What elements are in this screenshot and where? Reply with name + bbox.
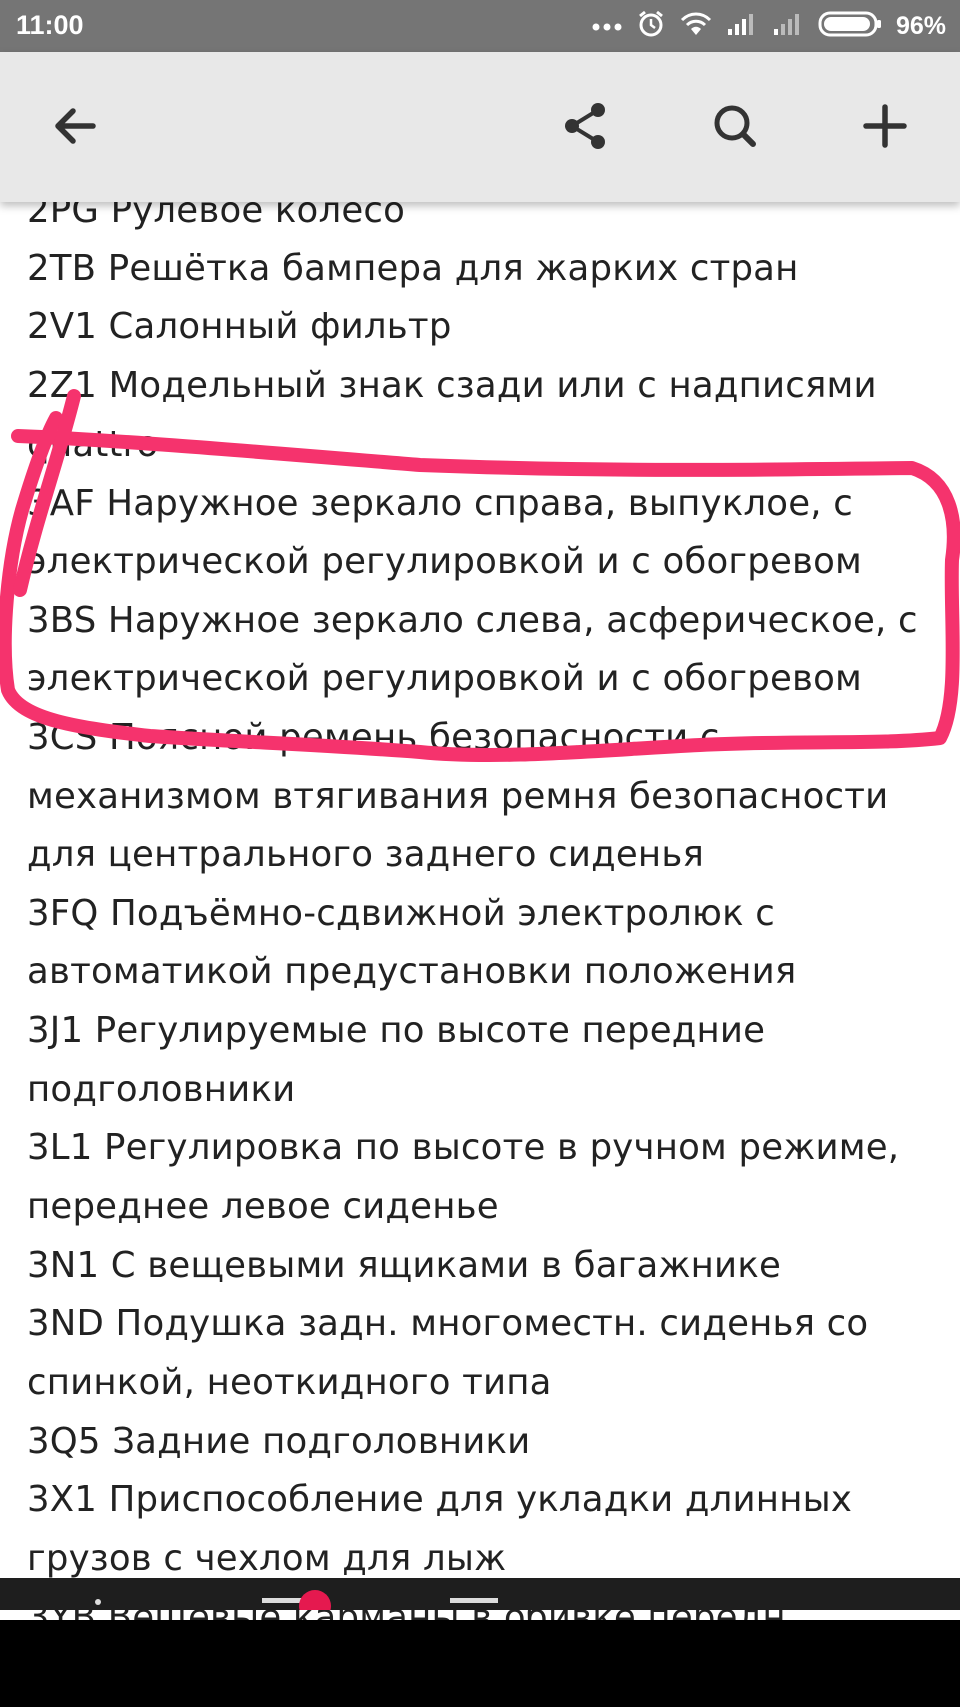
list-item: спинкой, неоткидного типа <box>27 1362 552 1403</box>
list-item: электрической регулировкой и с обогревом <box>27 541 863 582</box>
search-button[interactable] <box>704 97 766 159</box>
arrow-left-icon <box>51 102 99 154</box>
document-content[interactable]: 2PG Рулевое колесо 2TB Решётка бампера д… <box>0 0 960 1707</box>
list-item: 3FQ Подъёмно-сдвижной электролюк с <box>27 893 775 934</box>
list-item: 3AF Наружное зеркало справа, выпуклое, с <box>27 483 853 524</box>
list-item: 3BS Наружное зеркало слева, асферическое… <box>27 600 918 641</box>
list-item: электрической регулировкой и с обогревом <box>27 658 863 699</box>
add-button[interactable] <box>854 97 916 159</box>
list-item: для центрального заднего сиденья <box>27 834 704 875</box>
list-item: 2TB Решётка бампера для жарких стран <box>27 248 799 289</box>
nav-buttons <box>95 1590 498 1622</box>
list-item: 3CS Поясной ремень безопасности с <box>27 717 720 758</box>
list-item: 3X1 Приспособление для укладки длинных <box>27 1479 853 1520</box>
list-item: автоматикой предустановки положения <box>27 951 797 992</box>
bottom-bar <box>0 1620 960 1707</box>
list-item: 3L1 Регулировка по высоте в ручном режим… <box>27 1127 900 1168</box>
share-button[interactable] <box>555 97 617 159</box>
list-item: грузов с чехлом для лыж <box>27 1538 507 1579</box>
list-item: 2Z1 Модельный знак сзади или с надписями <box>27 365 877 406</box>
list-item: механизмом втягивания ремня безопасности <box>27 776 889 817</box>
back-button[interactable] <box>44 97 106 159</box>
list-item: quattro <box>27 424 159 465</box>
navigation-bar <box>0 1578 960 1622</box>
plus-icon <box>861 102 909 154</box>
list-item: 2V1 Салонный фильтр <box>27 306 452 347</box>
list-item: подголовники <box>27 1069 296 1110</box>
list-item: 3ND Подушка задн. многоместн. сиденья со <box>27 1303 869 1344</box>
list-item: 3N1 С вещевыми ящиками в багажнике <box>27 1245 782 1286</box>
list-item: 3J1 Регулируемые по высоте передние <box>27 1010 766 1051</box>
list-item: 3Q5 Задние подголовники <box>27 1421 531 1462</box>
app-toolbar <box>0 52 960 202</box>
share-icon <box>562 101 610 155</box>
list-item: переднее левое сиденье <box>27 1186 499 1227</box>
search-icon <box>711 102 759 154</box>
